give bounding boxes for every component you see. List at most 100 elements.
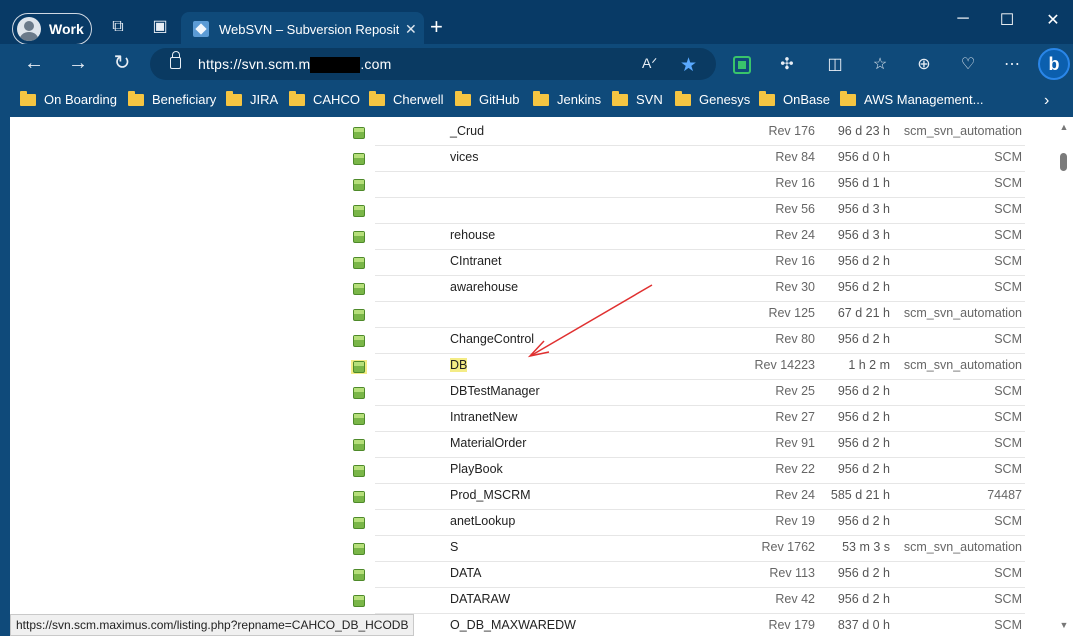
repo-row[interactable]: _Crud Rev 176 96 d 23 h scm_svn_automation — [10, 120, 1060, 146]
repo-row[interactable]: Prod_MSCRM Rev 24 585 d 21 h 74487 — [10, 484, 1060, 510]
heart-icon[interactable]: ♡ — [958, 54, 978, 74]
repo-name-link[interactable]: DBTestManager — [450, 384, 540, 398]
repo-revision[interactable]: Rev 25 — [705, 384, 815, 398]
repo-row[interactable]: ChangeControl Rev 80 956 d 2 h SCM — [10, 328, 1060, 354]
workspaces-icon[interactable]: ⧉ — [109, 18, 127, 36]
bookmark-cahco[interactable]: CAHCO — [289, 90, 360, 107]
repo-name-link[interactable]: _Crud — [450, 124, 484, 138]
tab-websvn[interactable]: WebSVN – Subversion Repository ✕ — [181, 12, 424, 46]
bookmark-on-boarding[interactable]: On Boarding — [20, 90, 117, 107]
favorites-icon[interactable]: ☆ — [870, 54, 890, 74]
repo-revision[interactable]: Rev 179 — [705, 618, 815, 632]
plus-icon[interactable]: + — [430, 15, 443, 39]
repo-revision[interactable]: Rev 125 — [705, 306, 815, 320]
repo-row[interactable]: Rev 125 67 d 21 h scm_svn_automation — [10, 302, 1060, 328]
repo-revision[interactable]: Rev 176 — [705, 124, 815, 138]
repo-row[interactable]: rehouse Rev 24 956 d 3 h SCM — [10, 224, 1060, 250]
bookmark-beneficiary[interactable]: Beneficiary — [128, 90, 216, 107]
repo-name-link[interactable]: PlayBook — [450, 462, 503, 476]
repo-revision[interactable]: Rev 24 — [705, 488, 815, 502]
package-icon — [351, 230, 367, 244]
repo-name-link[interactable]: MaterialOrder — [450, 436, 526, 450]
bookmark-jira[interactable]: JIRA — [226, 90, 278, 107]
split-screen-icon[interactable]: ◫ — [825, 54, 845, 74]
repo-row[interactable]: vices Rev 84 956 d 0 h SCM — [10, 146, 1060, 172]
repo-name-link[interactable]: vices — [450, 150, 478, 164]
minimize-icon[interactable]: ─ — [953, 10, 973, 28]
bing-icon[interactable]: b — [1038, 48, 1070, 80]
repo-name-link[interactable]: O_DB_MAXWAREDW — [450, 618, 576, 632]
repo-name-link[interactable]: awarehouse — [450, 280, 518, 294]
repo-row[interactable]: IntranetNew Rev 27 956 d 2 h SCM — [10, 406, 1060, 432]
repo-name-link[interactable]: anetLookup — [450, 514, 515, 528]
repo-revision[interactable]: Rev 30 — [705, 280, 815, 294]
more-icon[interactable]: ⋯ — [1002, 54, 1022, 74]
repo-row[interactable]: anetLookup Rev 19 956 d 2 h SCM — [10, 510, 1060, 536]
repo-revision[interactable]: Rev 27 — [705, 410, 815, 424]
scroll-down-icon[interactable]: ▼ — [1059, 620, 1069, 630]
bookmark-github[interactable]: GitHub — [455, 90, 519, 107]
close-icon[interactable]: ✕ — [1043, 10, 1063, 30]
collections-icon[interactable]: ⊕ — [914, 54, 934, 74]
repo-name-link[interactable]: S — [450, 540, 458, 554]
profile-button[interactable]: Work — [12, 13, 92, 45]
url-text[interactable]: https://svn.scm.m .com — [198, 56, 391, 74]
repo-row[interactable]: Rev 56 956 d 3 h SCM — [10, 198, 1060, 224]
repo-name-link[interactable]: IntranetNew — [450, 410, 517, 424]
repo-age: 956 d 2 h — [837, 332, 890, 346]
repo-row[interactable]: CIntranet Rev 16 956 d 2 h SCM — [10, 250, 1060, 276]
repo-row[interactable]: awarehouse Rev 30 956 d 2 h SCM — [10, 276, 1060, 302]
repo-revision[interactable]: Rev 16 — [705, 254, 815, 268]
repo-name-link[interactable]: DB — [450, 358, 468, 372]
address-bar[interactable]: https://svn.scm.m .com Aᐟ ★ — [150, 48, 716, 80]
forward-icon[interactable]: → — [66, 52, 90, 74]
tab-actions-icon[interactable]: ▣ — [151, 18, 169, 36]
repo-revision[interactable]: Rev 113 — [705, 566, 815, 580]
repo-name-link[interactable]: DATARAW — [450, 592, 510, 606]
back-icon[interactable]: ← — [22, 52, 46, 74]
tab-close-icon[interactable]: ✕ — [405, 21, 417, 38]
scroll-up-icon[interactable]: ▲ — [1059, 122, 1069, 132]
repo-revision[interactable]: Rev 80 — [705, 332, 815, 346]
repo-row[interactable]: PlayBook Rev 22 956 d 2 h SCM — [10, 458, 1060, 484]
repo-revision[interactable]: Rev 19 — [705, 514, 815, 528]
repo-name-link[interactable]: CIntranet — [450, 254, 501, 268]
repo-row[interactable]: Rev 16 956 d 1 h SCM — [10, 172, 1060, 198]
bookmark-svn[interactable]: SVN — [612, 90, 663, 107]
repo-revision[interactable]: Rev 91 — [705, 436, 815, 450]
scrollbar-thumb[interactable] — [1060, 153, 1067, 171]
repo-row[interactable]: DATARAW Rev 42 956 d 2 h SCM — [10, 588, 1060, 614]
repo-author: scm_svn_automation — [903, 540, 1022, 554]
repo-revision[interactable]: Rev 14223 — [705, 358, 815, 372]
repo-revision[interactable]: Rev 24 — [705, 228, 815, 242]
repo-row[interactable]: DBTestManager Rev 25 956 d 2 h SCM — [10, 380, 1060, 406]
repo-row[interactable]: S Rev 1762 53 m 3 s scm_svn_automation — [10, 536, 1060, 562]
favorite-star-icon[interactable]: ★ — [680, 54, 697, 77]
chevron-right-icon[interactable]: › — [1044, 92, 1049, 110]
bookmark-aws-management[interactable]: AWS Management... — [840, 90, 983, 107]
repo-name-link[interactable]: rehouse — [450, 228, 495, 242]
repo-author: SCM — [994, 592, 1022, 606]
read-aloud-icon[interactable]: Aᐟ — [642, 55, 657, 72]
maximize-icon[interactable]: ☐ — [997, 10, 1017, 30]
extension-icon[interactable] — [733, 56, 751, 74]
repo-revision[interactable]: Rev 16 — [705, 176, 815, 190]
repo-revision[interactable]: Rev 56 — [705, 202, 815, 216]
repo-name-link[interactable]: ChangeControl — [450, 332, 534, 346]
lock-icon[interactable] — [170, 51, 181, 69]
bookmark-jenkins[interactable]: Jenkins — [533, 90, 601, 107]
bookmark-cherwell[interactable]: Cherwell — [369, 90, 444, 107]
repo-row[interactable]: DATA Rev 113 956 d 2 h SCM — [10, 562, 1060, 588]
repo-row[interactable]: MaterialOrder Rev 91 956 d 2 h SCM — [10, 432, 1060, 458]
refresh-icon[interactable]: ↻ — [110, 52, 134, 74]
repo-revision[interactable]: Rev 1762 — [705, 540, 815, 554]
repo-revision[interactable]: Rev 42 — [705, 592, 815, 606]
puzzle-icon[interactable]: ✣ — [777, 54, 797, 74]
repo-name-link[interactable]: Prod_MSCRM — [450, 488, 531, 502]
repo-revision[interactable]: Rev 84 — [705, 150, 815, 164]
bookmark-onbase[interactable]: OnBase — [759, 90, 830, 107]
bookmark-genesys[interactable]: Genesys — [675, 90, 750, 107]
repo-name-link[interactable]: DATA — [450, 566, 481, 580]
repo-revision[interactable]: Rev 22 — [705, 462, 815, 476]
repo-row[interactable]: DB Rev 14223 1 h 2 m scm_svn_automation — [10, 354, 1060, 380]
